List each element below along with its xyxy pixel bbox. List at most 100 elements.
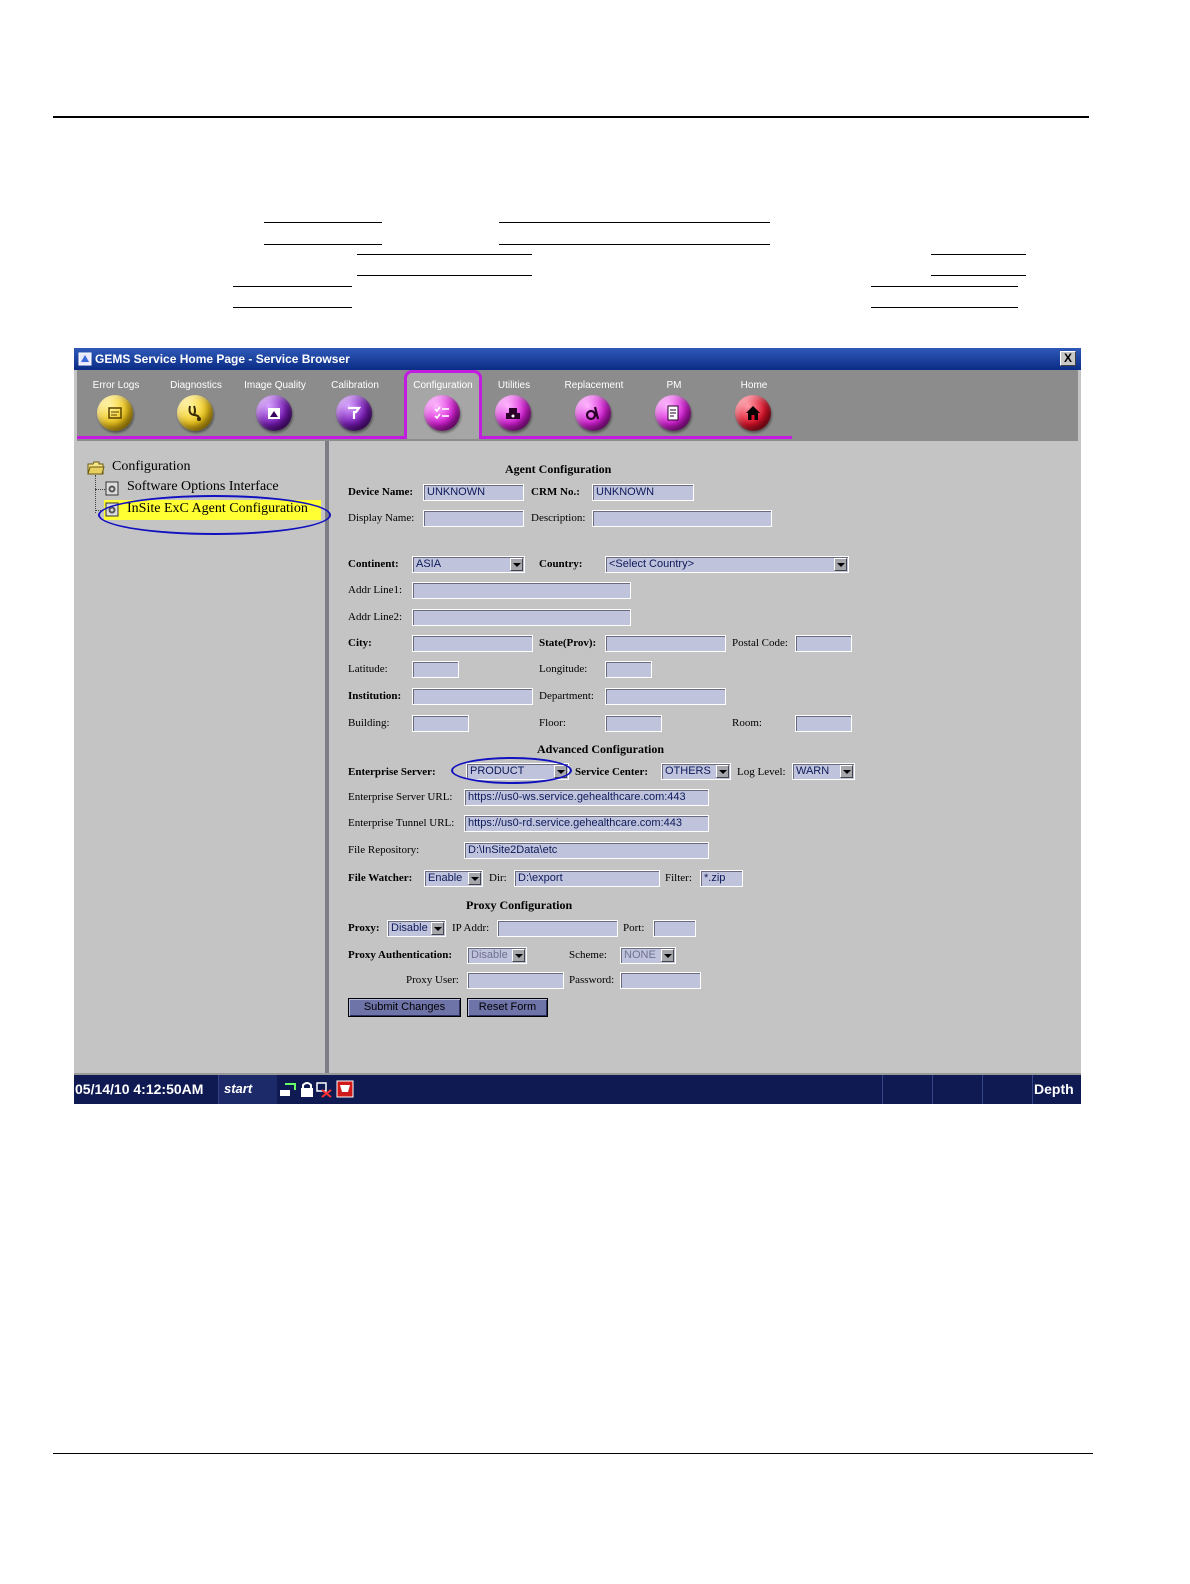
ip-addr-label: IP Addr: [452, 922, 490, 934]
filter-input[interactable]: *.zip [700, 870, 743, 887]
network-icon[interactable] [279, 1081, 297, 1098]
continent-label: Continent: [348, 558, 399, 570]
file-repository-input[interactable]: D:\InSite2Data\etc [464, 842, 709, 859]
replacement-icon [575, 395, 611, 431]
device-status-icon[interactable] [316, 1081, 332, 1098]
tab-home[interactable]: Home [715, 370, 793, 438]
department-input[interactable] [605, 688, 726, 705]
crm-input[interactable]: UNKNOWN [592, 484, 694, 501]
tab-utilities[interactable]: Utilities [475, 370, 553, 438]
enterprise-tunnel-url-input[interactable]: https://us0-rd.service.gehealthcare.com:… [464, 815, 709, 832]
password-label: Password: [569, 974, 615, 986]
tree-connector [95, 475, 97, 513]
window-title: GEMS Service Home Page - Service Browser [95, 352, 350, 366]
blank-line [871, 307, 1018, 308]
footer-rule [53, 1453, 1093, 1454]
error-logs-icon [97, 395, 133, 431]
file-watcher-select[interactable]: Enable [424, 870, 483, 887]
description-input[interactable] [592, 510, 772, 527]
tab-image-quality[interactable]: Image Quality [236, 370, 314, 438]
floor-input[interactable] [605, 715, 662, 732]
enterprise-server-url-label: Enterprise Server URL: [348, 791, 453, 803]
submit-changes-button[interactable]: Submit Changes [348, 998, 461, 1017]
taskbar-datetime: 05/14/10 4:12:50AM [75, 1081, 204, 1097]
floor-label: Floor: [539, 717, 566, 729]
shield-icon[interactable] [336, 1080, 354, 1098]
continent-select[interactable]: ASIA [412, 556, 525, 573]
addr2-label: Addr Line2: [348, 611, 403, 623]
postal-code-input[interactable] [795, 635, 852, 652]
home-icon [735, 395, 771, 431]
proxy-authentication-value: Disable [471, 949, 508, 961]
postal-code-label: Postal Code: [732, 637, 788, 649]
city-input[interactable] [412, 635, 533, 652]
chevron-down-icon [716, 765, 729, 778]
dir-label: Dir: [489, 872, 507, 884]
taskbar: 05/14/10 4:12:50AM start Depth [74, 1075, 1081, 1104]
start-label: start [224, 1081, 253, 1096]
scheme-select[interactable]: NONE [620, 947, 676, 964]
depth-label[interactable]: Depth [1034, 1081, 1074, 1097]
room-input[interactable] [795, 715, 852, 732]
longitude-input[interactable] [605, 661, 652, 678]
device-name-input[interactable]: UNKNOWN [423, 484, 524, 501]
service-center-select[interactable]: OTHERS [661, 763, 731, 780]
taskbar-divider [982, 1075, 983, 1104]
tab-label: PM [666, 380, 682, 391]
tab-pm[interactable]: PM [635, 370, 713, 438]
section-title-proxy: Proxy Configuration [466, 898, 573, 912]
filter-label: Filter: [665, 872, 692, 884]
settings-page-icon [105, 481, 119, 496]
tab-replacement[interactable]: Replacement [555, 370, 633, 438]
tab-diagnostics[interactable]: Diagnostics [157, 370, 235, 438]
reset-form-button[interactable]: Reset Form [467, 998, 548, 1017]
proxy-authentication-label: Proxy Authentication: [348, 949, 452, 961]
tree-item-software-options[interactable]: Software Options Interface [127, 479, 279, 495]
display-name-label: Display Name: [348, 512, 415, 524]
institution-input[interactable] [412, 688, 533, 705]
password-input[interactable] [620, 972, 701, 989]
building-label: Building: [348, 717, 390, 729]
proxy-user-input[interactable] [467, 972, 564, 989]
lock-icon[interactable] [300, 1081, 314, 1098]
enterprise-server-url-input[interactable]: https://us0-ws.service.gehealthcare.com:… [464, 789, 709, 806]
chevron-down-icon [661, 949, 674, 962]
addr2-input[interactable] [412, 609, 631, 626]
blank-line [871, 286, 1018, 287]
header-rule [53, 116, 1089, 118]
ip-addr-input[interactable] [497, 920, 618, 937]
tab-label: Image Quality [244, 380, 306, 391]
department-label: Department: [539, 690, 594, 702]
tab-error-logs[interactable]: Error Logs [77, 370, 155, 438]
proxy-select[interactable]: Disable [387, 920, 446, 937]
proxy-authentication-select[interactable]: Disable [467, 947, 527, 964]
blank-line [264, 222, 382, 223]
tab-configuration[interactable]: Configuration [404, 370, 482, 439]
start-button[interactable]: start [218, 1075, 277, 1104]
service-center-label: Service Center: [575, 766, 648, 778]
crm-label: CRM No.: [531, 486, 580, 498]
tab-calibration[interactable]: Calibration [316, 370, 394, 438]
building-input[interactable] [412, 715, 469, 732]
addr1-input[interactable] [412, 582, 631, 599]
agent-configuration-form: Agent Configuration Device Name: UNKNOWN… [333, 441, 1078, 1073]
log-level-select[interactable]: WARN [792, 763, 855, 780]
addr1-label: Addr Line1: [348, 584, 403, 596]
close-button[interactable]: X [1060, 351, 1076, 366]
navigation-tree: Configuration Software Options Interface… [77, 441, 331, 1073]
country-select[interactable]: <Select Country> [605, 556, 849, 573]
annotation-ellipse [98, 495, 331, 535]
blank-line [264, 244, 382, 245]
tree-root-configuration[interactable]: Configuration [112, 459, 191, 475]
blank-line [931, 254, 1026, 255]
tree-connector [95, 489, 105, 491]
latitude-input[interactable] [412, 661, 459, 678]
country-label: Country: [539, 558, 583, 570]
state-label: State(Prov): [539, 637, 597, 649]
continent-value: ASIA [416, 558, 442, 570]
dir-input[interactable]: D:\export [514, 870, 660, 887]
configuration-icon [424, 395, 460, 431]
state-input[interactable] [605, 635, 726, 652]
port-input[interactable] [653, 920, 696, 937]
display-name-input[interactable] [423, 510, 524, 527]
